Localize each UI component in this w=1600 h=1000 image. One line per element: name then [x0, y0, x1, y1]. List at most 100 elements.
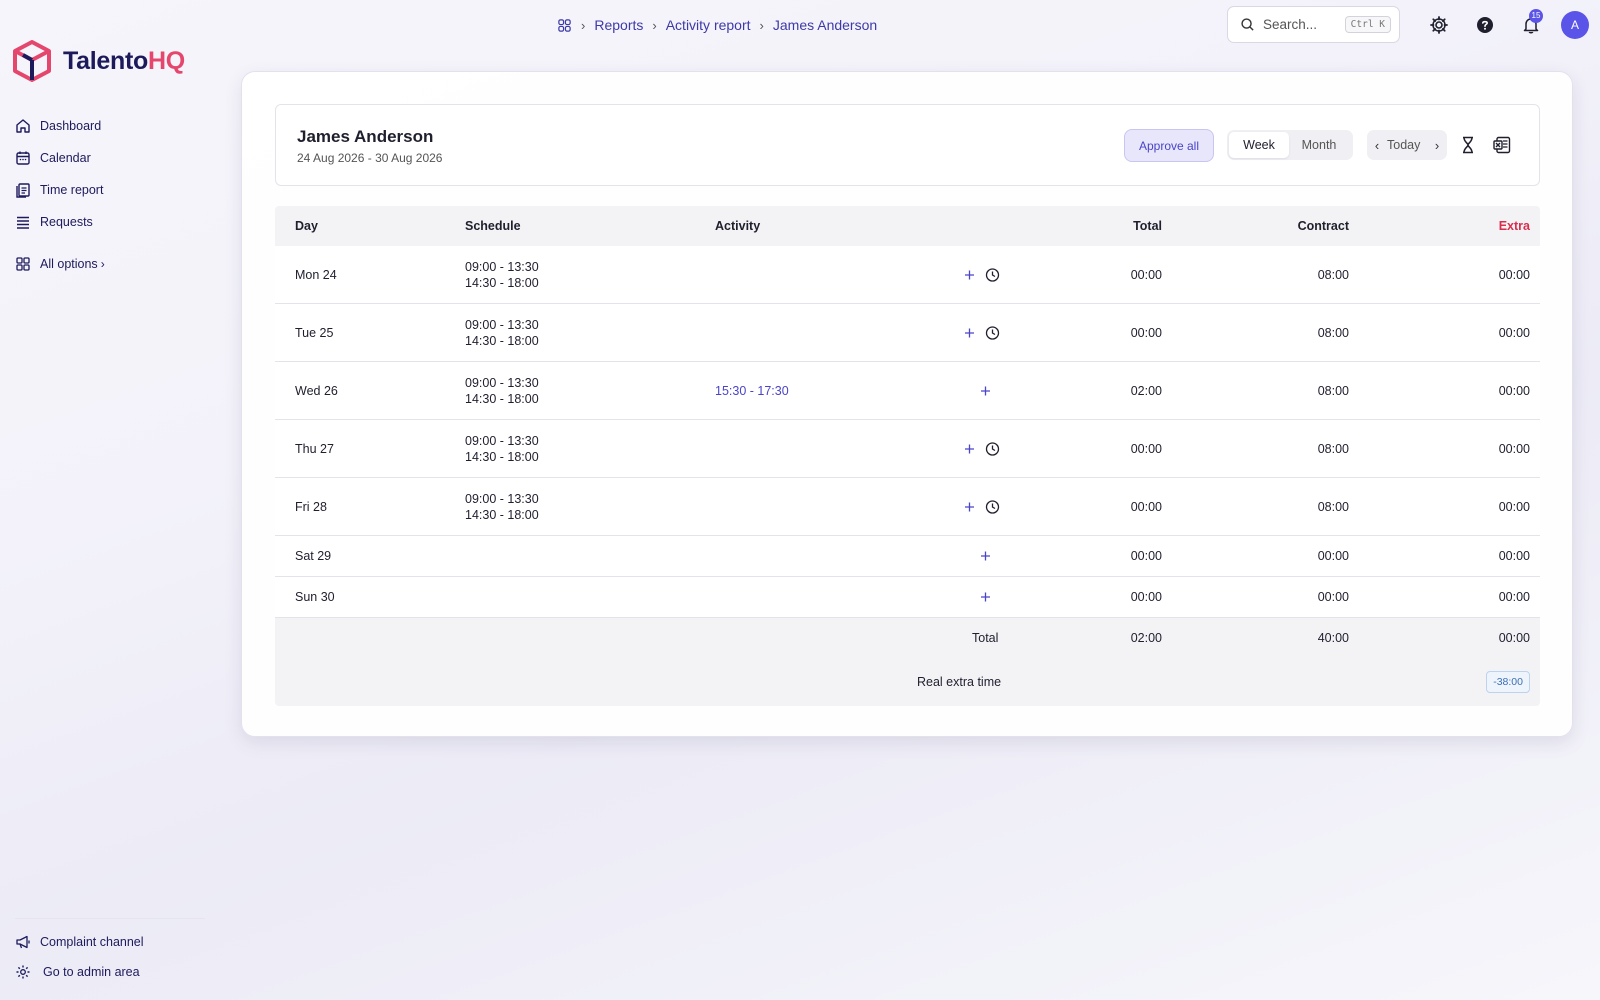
settings-button[interactable]	[1428, 14, 1450, 36]
clock-button[interactable]	[985, 325, 1000, 340]
clock-button[interactable]	[985, 499, 1000, 514]
real-extra-row: Real extra time -38:00	[275, 662, 1540, 702]
chevron-right-icon: ›	[652, 17, 657, 33]
extra-cell: 00:00	[1498, 549, 1530, 563]
real-extra-badge: -38:00	[1486, 671, 1530, 693]
add-activity-button[interactable]	[962, 325, 977, 340]
add-activity-button[interactable]	[962, 499, 977, 514]
schedule-line: 14:30 - 18:00	[465, 507, 539, 522]
add-activity-button[interactable]	[962, 441, 977, 456]
table-row[interactable]: Fri 28 09:00 - 13:30 14:30 - 18:00 00:00 …	[275, 478, 1540, 536]
view-toggle: Week Month	[1227, 130, 1353, 160]
avatar[interactable]: A	[1561, 11, 1589, 39]
total-cell: 00:00	[1130, 499, 1162, 514]
plus-icon	[981, 592, 990, 602]
apps-icon[interactable]	[557, 18, 572, 33]
extra-cell: 00:00	[1498, 499, 1530, 514]
sidebar-nav: Dashboard Calendar Time report Requests …	[15, 110, 205, 280]
activity-actions	[962, 267, 1000, 282]
contract-cell: 08:00	[1317, 383, 1349, 398]
help-button[interactable]	[1474, 14, 1496, 36]
extra-cell: 00:00	[1498, 590, 1530, 604]
activity-actions	[962, 499, 1000, 514]
schedule-line: 09:00 - 13:30	[465, 259, 539, 274]
total-cell: 00:00	[1130, 549, 1162, 563]
table-row[interactable]: Tue 25 09:00 - 13:30 14:30 - 18:00 00:00 …	[275, 304, 1540, 362]
table-row[interactable]: Sun 30 00:00 00:00 00:00	[275, 577, 1540, 618]
employee-name: James Anderson	[297, 127, 434, 146]
table-row[interactable]: Mon 24 09:00 - 13:30 14:30 - 18:00 00:00 …	[275, 246, 1540, 304]
extra-cell: 00:00	[1498, 383, 1530, 398]
clock-button[interactable]	[985, 441, 1000, 456]
clock-button[interactable]	[985, 267, 1000, 282]
breadcrumb-reports[interactable]: Reports	[594, 17, 643, 33]
approve-all-button[interactable]: Approve all	[1124, 129, 1214, 162]
sidebar-item-dashboard[interactable]: Dashboard	[15, 110, 205, 142]
total-cell: 00:00	[1130, 325, 1162, 340]
sidebar-item-requests[interactable]: Requests	[15, 206, 205, 238]
search-icon	[1241, 18, 1254, 31]
sidebar: TalentoHQ Dashboard Calendar Time report…	[0, 0, 210, 1000]
report-header: James Anderson 24 Aug 2026 - 30 Aug 2026…	[275, 104, 1540, 186]
gear-icon	[1430, 16, 1448, 34]
activity-entry-link[interactable]: 15:30 - 17:30	[715, 384, 789, 398]
total-cell: 02:00	[1130, 383, 1162, 398]
search-shortcut: Ctrl K	[1344, 16, 1391, 33]
schedule-cell: 09:00 - 13:30 14:30 - 18:00	[465, 491, 539, 523]
today-button[interactable]: Today	[1387, 138, 1427, 152]
total-cell: 00:00	[1130, 441, 1162, 456]
breadcrumb-current[interactable]: James Anderson	[773, 17, 877, 33]
requests-icon	[17, 216, 29, 229]
calendar-icon	[16, 151, 30, 165]
schedule-line: 09:00 - 13:30	[465, 491, 539, 506]
plus-icon	[965, 270, 974, 279]
day-cell: Tue 25	[295, 325, 334, 340]
extra-cell: 00:00	[1498, 325, 1530, 340]
sidebar-item-all-options[interactable]: All options ›	[15, 248, 205, 280]
total-cell: 00:00	[1130, 590, 1162, 604]
chevron-left-icon[interactable]: ‹	[1367, 138, 1387, 153]
real-extra-label: Real extra time	[917, 675, 1002, 689]
sidebar-item-time-report[interactable]: Time report	[15, 174, 205, 206]
add-activity-button[interactable]	[978, 549, 993, 564]
extra-cell: 00:00	[1498, 441, 1530, 456]
chevron-right-icon: ›	[759, 17, 764, 33]
breadcrumb-activity-report[interactable]: Activity report	[666, 17, 751, 33]
day-cell: Mon 24	[295, 267, 337, 282]
excel-icon	[1493, 136, 1511, 154]
tab-month[interactable]: Month	[1289, 132, 1349, 158]
logo-cube-icon	[13, 40, 51, 82]
add-activity-button[interactable]	[978, 590, 993, 605]
help-icon	[1477, 17, 1493, 33]
add-activity-button[interactable]	[978, 383, 993, 398]
table-row[interactable]: Sat 29 00:00 00:00 00:00	[275, 536, 1540, 577]
tab-week[interactable]: Week	[1229, 132, 1289, 158]
table-row[interactable]: Thu 27 09:00 - 13:30 14:30 - 18:00 00:00 …	[275, 420, 1540, 478]
export-excel-button[interactable]	[1492, 135, 1512, 155]
logo[interactable]: TalentoHQ	[12, 40, 185, 82]
megaphone-icon	[16, 935, 30, 949]
day-cell: Thu 27	[295, 441, 334, 456]
table-footer: Total 02:00 40:00 00:00 Real extra time …	[275, 618, 1540, 706]
clock-icon	[985, 267, 1000, 282]
sidebar-item-complaint-channel[interactable]: Complaint channel	[15, 927, 205, 957]
hourglass-button[interactable]	[1458, 135, 1478, 155]
contract-cell: 08:00	[1317, 267, 1349, 282]
contract-cell: 00:00	[1317, 590, 1349, 604]
plus-icon	[965, 444, 974, 453]
day-cell: Fri 28	[295, 499, 327, 514]
add-activity-button[interactable]	[962, 267, 977, 282]
sidebar-item-calendar[interactable]: Calendar	[15, 142, 205, 174]
sidebar-item-admin-area[interactable]: Go to admin area	[15, 957, 205, 987]
totals-total: 02:00	[1130, 631, 1162, 645]
home-icon	[16, 119, 30, 133]
report-card: James Anderson 24 Aug 2026 - 30 Aug 2026…	[241, 71, 1573, 737]
logo-text: TalentoHQ	[63, 46, 185, 75]
contract-cell: 00:00	[1317, 549, 1349, 563]
column-header-contract: Contract	[1297, 219, 1349, 233]
table-row[interactable]: Wed 26 09:00 - 13:30 14:30 - 18:00 15:30 …	[275, 362, 1540, 420]
search-input[interactable]: Search... Ctrl K	[1227, 6, 1400, 43]
contract-cell: 08:00	[1317, 325, 1349, 340]
chevron-right-icon[interactable]: ›	[1427, 138, 1447, 153]
schedule-line: 14:30 - 18:00	[465, 449, 539, 464]
